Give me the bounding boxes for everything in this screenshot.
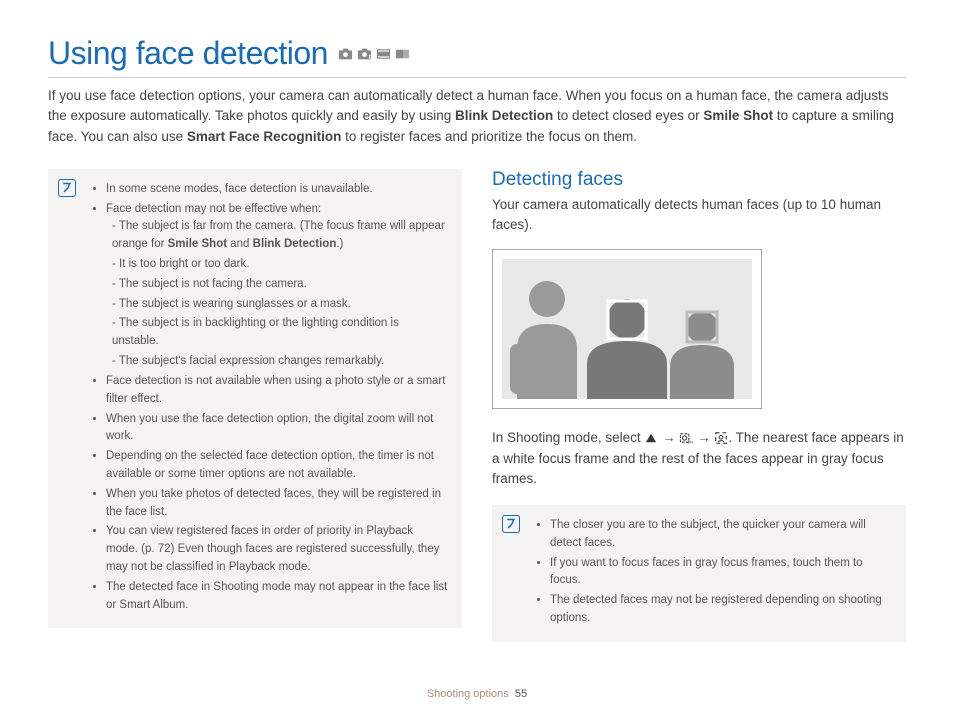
note-icon (58, 179, 76, 197)
note-subitem: The subject is in backlighting or the li… (112, 315, 448, 351)
camera-icon (338, 48, 353, 60)
scene-icon (376, 48, 391, 60)
note-subitem: The subject is far from the camera. (The… (112, 218, 448, 254)
detecting-faces-lead: Your camera automatically detects human … (492, 195, 906, 236)
note-item: The detected faces may not be registered… (550, 592, 892, 628)
up-triangle-icon (644, 432, 658, 444)
detecting-faces-heading: Detecting faces (492, 169, 906, 191)
detecting-faces-steps: In Shooting mode, select → OFF → . The n… (492, 428, 906, 489)
note-icon (502, 515, 520, 533)
note-item: Depending on the selected face detection… (106, 448, 448, 484)
left-note-box: In some scene modes, face detection is u… (48, 169, 462, 629)
note-item: If you want to focus faces in gray focus… (550, 555, 892, 591)
title-divider (48, 77, 906, 78)
camera-p-icon: P (357, 48, 372, 60)
face-detect-icon (714, 432, 728, 444)
face-off-icon: OFF (679, 432, 693, 444)
note-item: Face detection is not available when usi… (106, 373, 448, 409)
note-subitem: The subject is not facing the camera. (112, 276, 448, 294)
page-title: Using face detection P (48, 35, 906, 72)
svg-text:P: P (369, 54, 372, 59)
mode-icons: P (338, 48, 410, 60)
right-notes-list: The closer you are to the subject, the q… (536, 517, 892, 628)
arrow-1: → (662, 430, 676, 445)
note-item: The detected face in Shooting mode may n… (106, 579, 448, 615)
intro-paragraph: If you use face detection options, your … (48, 86, 906, 147)
arrow-2: → (697, 430, 711, 445)
note-item: In some scene modes, face detection is u… (106, 181, 448, 199)
note-subitem: It is too bright or too dark. (112, 256, 448, 274)
note-item: When you take photos of detected faces, … (106, 486, 448, 522)
faces-illustration (492, 249, 762, 409)
right-note-box: The closer you are to the subject, the q… (492, 505, 906, 642)
note-subitem: The subject's facial expression changes … (112, 353, 448, 371)
steps-pre: In Shooting mode, select (492, 430, 644, 445)
note-item: Face detection may not be effective when… (106, 201, 448, 371)
note-item: When you use the face detection option, … (106, 411, 448, 447)
note-subitem: The subject is wearing sunglasses or a m… (112, 296, 448, 314)
svg-text:OFF: OFF (688, 441, 694, 444)
left-notes-list: In some scene modes, face detection is u… (92, 181, 448, 615)
page-footer: Shooting options 55 (0, 688, 954, 700)
footer-page: 55 (515, 688, 527, 700)
note-item: The closer you are to the subject, the q… (550, 517, 892, 553)
title-text: Using face detection (48, 35, 328, 72)
footer-section: Shooting options (427, 688, 509, 700)
dual-icon (395, 48, 410, 60)
note-item: You can view registered faces in order o… (106, 523, 448, 576)
